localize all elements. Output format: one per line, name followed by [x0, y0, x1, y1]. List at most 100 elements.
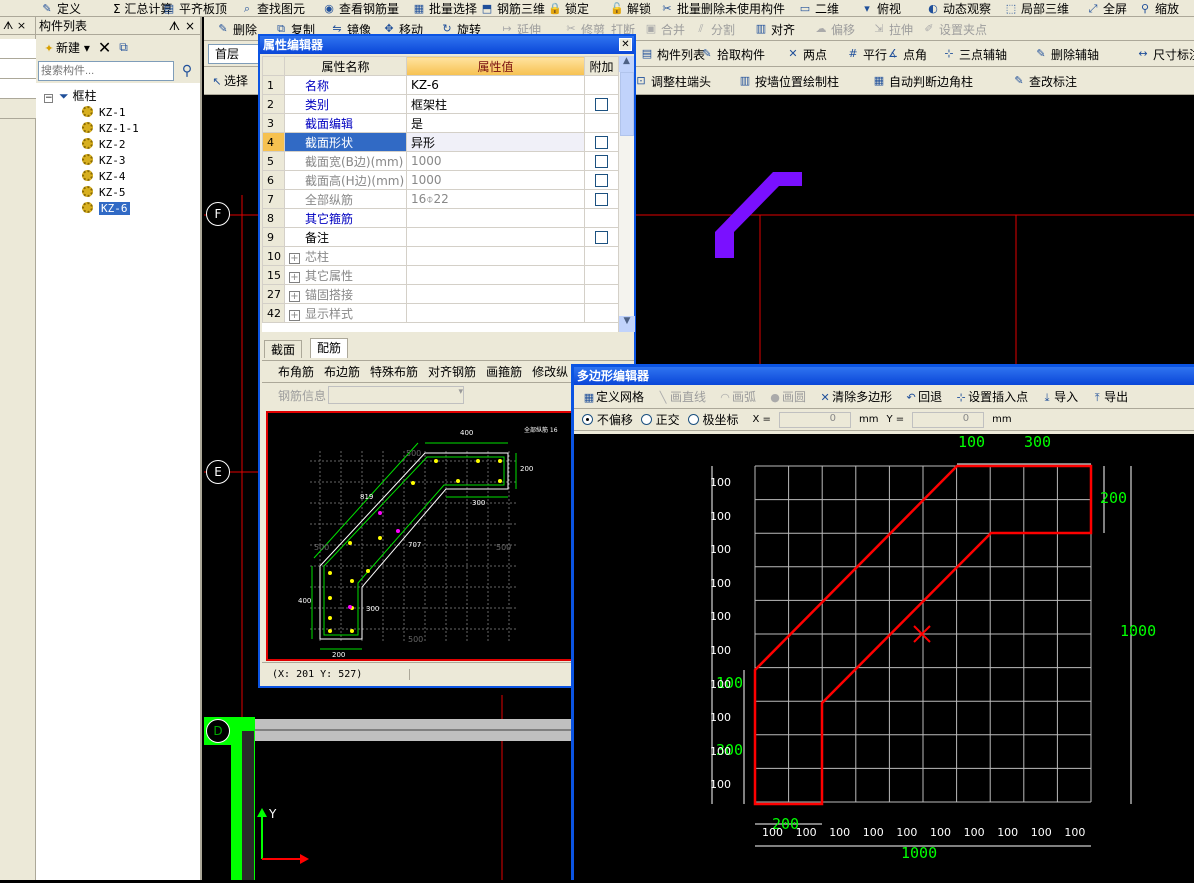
main-toolbar-item-15[interactable]: ⚲ 缩放 [1138, 0, 1179, 17]
fourth_toolbar-item-1[interactable]: ▥ 按墙位置绘制柱 [738, 67, 839, 95]
option-polar[interactable]: 极坐标 [687, 411, 739, 428]
third_toolbar-item-3[interactable]: # 平行 [846, 41, 887, 67]
second_toolbar-item-12[interactable]: ⇲ 拉伸 [872, 17, 913, 41]
y-input[interactable]: 0 [912, 411, 985, 428]
property-value[interactable]: 异形 [406, 132, 585, 152]
property-value[interactable]: 1000 [406, 151, 585, 171]
property-row[interactable]: 27 + 锚固搭接 [262, 284, 618, 304]
close-icon[interactable]: × [185, 17, 195, 35]
property-row[interactable]: 4 截面形状 异形 [262, 132, 618, 152]
new-component-button[interactable]: ✦ 新建 ▾ [42, 39, 89, 56]
expand-icon[interactable]: + [289, 271, 300, 283]
radio-ortho[interactable] [640, 414, 652, 425]
main-toolbar-item-8[interactable]: 🔓 解锁 [610, 0, 651, 17]
scroll-up-arrow[interactable]: ▲ [619, 56, 634, 72]
polygon-tool-3[interactable]: ● 画圆 [768, 388, 806, 405]
second_toolbar-item-13[interactable]: ✐ 设置夹点 [922, 17, 987, 41]
second_toolbar-item-9[interactable]: ⫽ 分割 [694, 17, 735, 41]
second_toolbar-item-11[interactable]: ☁ 偏移 [814, 17, 856, 41]
close-icon[interactable]: ✕ [619, 38, 632, 51]
main-toolbar-item-11[interactable]: ▾ 俯视 [860, 0, 901, 17]
property-row[interactable]: 3 截面编辑 是 [262, 113, 618, 133]
second_toolbar-item-8[interactable]: ▣ 合并 [644, 17, 685, 41]
property-value[interactable]: 框架柱 [406, 94, 585, 114]
main-toolbar-item-10[interactable]: ▭ 二维 [798, 0, 839, 17]
rebar-tool-3[interactable]: 对齐钢筋 [428, 363, 476, 380]
fourth_toolbar-item-3[interactable]: ✎ 查改标注 [1012, 67, 1077, 95]
property-row[interactable]: 6 截面高(H边)(mm) 1000 [262, 170, 618, 190]
extra-checkbox[interactable] [595, 193, 608, 206]
main-toolbar-item-2[interactable]: ▤ 平齐板顶 [162, 0, 227, 17]
pin-icon[interactable]: ᗑ [169, 17, 180, 35]
polygon-tool-1[interactable]: ╲ 画直线 [656, 388, 706, 405]
tree-item-kz-2[interactable]: KZ-2 [82, 137, 126, 153]
property-value[interactable] [406, 284, 585, 304]
property-row[interactable]: 9 备注 [262, 227, 618, 247]
extra-checkbox[interactable] [595, 155, 608, 168]
main-toolbar-item-0[interactable]: ✎ 定义 [40, 0, 81, 17]
tree-item-kz-5[interactable]: KZ-5 [82, 185, 126, 201]
delete-icon[interactable]: ✕ [98, 38, 111, 57]
property-value[interactable]: 是 [406, 113, 585, 133]
expand-icon[interactable]: + [289, 290, 300, 302]
tree-item-kz-1[interactable]: KZ-1 [82, 105, 126, 121]
select-button[interactable]: ↖ 选择 [210, 72, 248, 89]
second_toolbar-item-10[interactable]: ▥ 对齐 [754, 17, 795, 41]
third_toolbar-item-5[interactable]: ⊹ 三点辅轴 [942, 41, 1007, 67]
x-input[interactable]: 0 [778, 411, 851, 428]
radio-no-offset[interactable] [582, 414, 593, 425]
property-row[interactable]: 10 + 芯柱 [262, 246, 618, 266]
polygon-tool-7[interactable]: ⤓ 导入 [1040, 388, 1078, 405]
rebar-tool-2[interactable]: 特殊布筋 [370, 363, 418, 380]
polygon-tool-5[interactable]: ↶ 回退 [904, 388, 942, 405]
extra-checkbox[interactable] [595, 231, 608, 244]
left-dock-close[interactable]: × [17, 19, 26, 32]
property-row[interactable]: 7 全部纵筋 16⌽22 [262, 189, 618, 209]
polygon-tool-8[interactable]: ⤒ 导出 [1090, 388, 1128, 405]
expand-icon[interactable]: + [289, 252, 300, 264]
tab-section[interactable]: 截面 [264, 340, 303, 358]
main-toolbar-item-7[interactable]: 🔒 锁定 [548, 0, 589, 17]
tree-root[interactable]: − ⏷ 框柱 [44, 88, 96, 104]
property-value[interactable] [406, 227, 585, 247]
property-value[interactable] [406, 246, 585, 266]
main-toolbar-item-14[interactable]: ⤢ 全屏 [1086, 0, 1127, 17]
main-toolbar-item-4[interactable]: ◉ 查看钢筋量 [322, 0, 399, 17]
tree-item-kz-3[interactable]: KZ-3 [82, 153, 126, 169]
property-value[interactable] [406, 265, 585, 285]
property-row[interactable]: 8 其它箍筋 [262, 208, 618, 228]
main-toolbar-item-6[interactable]: ⬒ 钢筋三维 [480, 0, 545, 17]
rebar-tool-0[interactable]: 布角筋 [278, 363, 314, 380]
search-input[interactable] [38, 61, 174, 81]
extra-checkbox[interactable] [595, 136, 608, 149]
second_toolbar-item-0[interactable]: ✎ 删除 [216, 17, 257, 41]
property-value[interactable]: 16⌽22 [406, 189, 585, 209]
main-toolbar-item-3[interactable]: ⌕ 查找图元 [240, 0, 305, 17]
main-toolbar-item-1[interactable]: Σ 汇总计算 [96, 0, 172, 17]
tree-item-kz-6[interactable]: KZ-6 [82, 201, 130, 217]
option-ortho[interactable]: 正交 [640, 411, 680, 428]
rebar-info-select[interactable]: ▾ [328, 386, 465, 404]
left-dock-pin[interactable]: ᗑ [3, 19, 13, 32]
third_toolbar-item-4[interactable]: ∡ 点角 [886, 41, 927, 67]
main-toolbar-item-5[interactable]: ▦ 批量选择 [412, 0, 477, 17]
polygon-tool-6[interactable]: ⊹ 设置插入点 [954, 388, 1028, 405]
property-value[interactable] [406, 303, 585, 323]
fourth_toolbar-item-0[interactable]: ⊡ 调整柱端头 [634, 67, 711, 95]
property-row[interactable]: 15 + 其它属性 [262, 265, 618, 285]
tree-item-kz-1-1[interactable]: KZ-1-1 [82, 121, 139, 137]
tree-item-kz-4[interactable]: KZ-4 [82, 169, 126, 185]
fourth_toolbar-item-2[interactable]: ▦ 自动判断边角柱 [872, 67, 973, 95]
polygon-tool-2[interactable]: ◠ 画弧 [718, 388, 756, 405]
extra-checkbox[interactable] [595, 174, 608, 187]
collapse-icon[interactable]: − [44, 94, 53, 103]
property-value[interactable]: KZ-6 [406, 75, 585, 95]
extra-checkbox[interactable] [595, 98, 608, 111]
property-row[interactable]: 2 类别 框架柱 [262, 94, 618, 114]
third_toolbar-item-6[interactable]: ✎ 删除辅轴 [1034, 41, 1099, 67]
property-row[interactable]: 1 名称 KZ-6 [262, 75, 618, 95]
third_toolbar-item-0[interactable]: ▤ 构件列表 [640, 41, 705, 67]
third_toolbar-item-2[interactable]: ✕ 两点 [786, 41, 827, 67]
polygon-canvas[interactable]: 100 300 200 1000 100 300 200 1000 100 100… [574, 434, 1194, 883]
main-toolbar-item-12[interactable]: ◐ 动态观察 [926, 0, 991, 17]
